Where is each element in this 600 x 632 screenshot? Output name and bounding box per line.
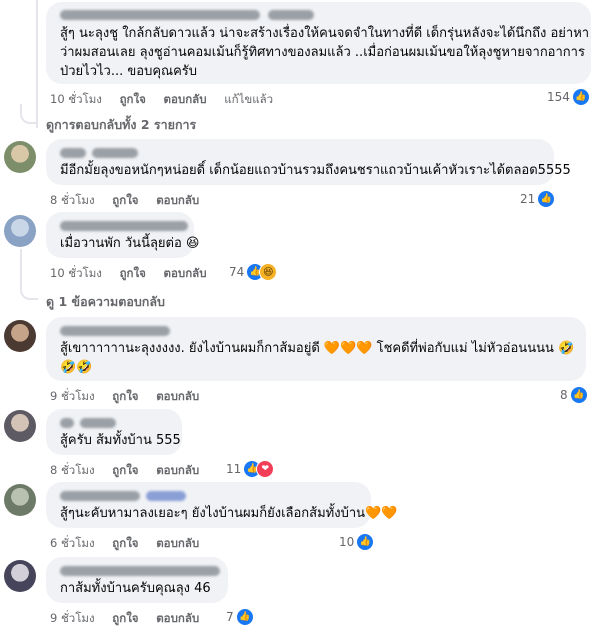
timestamp[interactable]: 8 ชั่วโมง (50, 463, 95, 477)
avatar[interactable] (4, 215, 36, 247)
reply-button[interactable]: ตอบกลับ (164, 92, 207, 106)
comment-bubble: สู้ๆ นะลุงชู ใกล้กลับดาวแล้ว น่าจะสร้างเ… (46, 2, 591, 84)
view-replies-link[interactable]: ดู 1 ข้อความตอบกลับ (46, 292, 165, 312)
like-button[interactable]: ถูกใจ (112, 389, 138, 403)
reply-button[interactable]: ตอบกลับ (156, 611, 199, 625)
comment-bubble: สู้ๆนะคับหามาลงเยอะๆ ยังไงบ้านผมก็ยังเลื… (46, 482, 397, 528)
comment-text-line: สู้ครับ ส้มทั้งบ้าน 555 (60, 433, 181, 448)
reaction-count: 7 (226, 610, 234, 624)
comment-bubble: เมื่อวานพัก วันนี้ลุยต่อ 😆 (46, 212, 199, 258)
comment-bubble: สู้ครับ ส้มทั้งบ้าน 555 (46, 409, 182, 455)
avatar[interactable] (4, 410, 36, 442)
comment-bubble: กาส้มทั้งบ้านครับคุณลุง 46 (46, 557, 228, 603)
author-name-blurred[interactable] (60, 566, 220, 576)
like-button[interactable]: ถูกใจ (120, 92, 146, 106)
reaction-summary[interactable]: 7 👍 (226, 608, 254, 626)
view-replies-link[interactable]: ดูการตอบกลับทั้ง 2 รายการ (46, 115, 196, 135)
reaction-summary[interactable]: 11 👍 ❤ (226, 460, 275, 478)
comment-actions: 8 ชั่วโมง ถูกใจ ตอบกลับ (50, 192, 213, 210)
comment-bubble: มีอีกมั้ยลุงขอหนักๆหน่อยดิ์ เด็กน้อยแถวบ… (46, 139, 571, 185)
author-name-blurred[interactable] (60, 148, 86, 158)
like-button[interactable]: ถูกใจ (112, 536, 138, 550)
avatar[interactable] (4, 141, 36, 173)
comment-text-line: 🤣🤣 (60, 360, 93, 375)
reaction-count: 10 (339, 535, 355, 549)
thread-connector (20, 282, 38, 300)
like-reaction-icon: 👍 (537, 190, 556, 208)
like-button[interactable]: ถูกใจ (112, 193, 138, 207)
love-reaction-icon: ❤ (256, 460, 275, 478)
reaction-summary[interactable]: 8 👍 (560, 386, 588, 404)
reaction-count: 21 (520, 192, 536, 206)
timestamp[interactable]: 9 ชั่วโมง (50, 389, 95, 403)
author-name-blurred[interactable] (60, 491, 140, 501)
timestamp[interactable]: 8 ชั่วโมง (50, 193, 95, 207)
like-reaction-icon: 👍 (571, 88, 590, 106)
author-name-blurred[interactable] (60, 418, 74, 428)
reply-button[interactable]: ตอบกลับ (156, 193, 199, 207)
timestamp[interactable]: 6 ชั่วโมง (50, 536, 95, 550)
author-name-blurred[interactable] (146, 491, 186, 501)
reaction-summary[interactable]: 10 👍 (339, 533, 375, 551)
comment-actions: 9 ชั่วโมง ถูกใจ ตอบกลับ (50, 388, 213, 406)
comment-text-line: มีอีกมั้ยลุงขอหนักๆหน่อยดิ์ เด็กน้อยแถวบ… (60, 163, 571, 178)
comment-actions: 9 ชั่วโมง ถูกใจ ตอบกลับ (50, 610, 213, 628)
haha-reaction-icon: 😆 (259, 263, 278, 281)
reaction-count: 154 (547, 90, 570, 104)
avatar[interactable] (4, 560, 36, 592)
like-button[interactable]: ถูกใจ (112, 611, 138, 625)
reaction-count: 74 (229, 265, 245, 279)
reply-button[interactable]: ตอบกลับ (156, 389, 199, 403)
edited-label: แก้ไขแล้ว (224, 92, 274, 106)
like-reaction-icon: 👍 (235, 608, 254, 626)
comment-text-line: ป่วยไวไว... ขอบคุณครับ (60, 64, 198, 79)
avatar[interactable] (4, 320, 36, 352)
reaction-summary[interactable]: 74 👍 😆 (229, 263, 278, 281)
timestamp[interactable]: 10 ชั่วโมง (50, 92, 102, 106)
author-name-blurred[interactable] (60, 10, 260, 20)
author-name-blurred[interactable] (60, 221, 188, 231)
like-button[interactable]: ถูกใจ (112, 463, 138, 477)
like-button[interactable]: ถูกใจ (120, 266, 146, 280)
comment-actions: 10 ชั่วโมง ถูกใจ ตอบกลับ แก้ไขแล้ว (50, 91, 287, 109)
comment-bubble: สู้เขาาาาาานะลุงงงงง. ยังไงบ้านผมก็กาส้ม… (46, 317, 586, 381)
thread-connector (20, 104, 38, 124)
author-name-blurred[interactable] (268, 10, 314, 20)
timestamp[interactable]: 9 ชั่วโมง (50, 611, 95, 625)
comment-text-line: ว่าผมสอนเลย ลุงชูอ่านคอมเม้นก็รู้ทิศทางข… (60, 45, 585, 60)
author-name-blurred[interactable] (60, 326, 170, 336)
reaction-count: 11 (226, 462, 242, 476)
comment-text-line: สู้ๆนะคับหามาลงเยอะๆ ยังไงบ้านผมก็ยังเลื… (60, 506, 398, 521)
like-reaction-icon: 👍 (569, 386, 588, 404)
reply-button[interactable]: ตอบกลับ (156, 463, 199, 477)
comment-text-line: สู้เขาาาาาานะลุงงงงง. ยังไงบ้านผมก็กาส้ม… (60, 341, 575, 356)
comment-actions: 8 ชั่วโมง ถูกใจ ตอบกลับ (50, 462, 213, 480)
comment-text-line: กาส้มทั้งบ้านครับคุณลุง 46 (60, 581, 211, 596)
like-reaction-icon: 👍 (356, 533, 375, 551)
author-name-blurred[interactable] (92, 148, 138, 158)
author-name-blurred[interactable] (80, 418, 116, 428)
comment-actions: 6 ชั่วโมง ถูกใจ ตอบกลับ (50, 535, 213, 553)
comment-actions: 10 ชั่วโมง ถูกใจ ตอบกลับ (50, 265, 221, 283)
reply-button[interactable]: ตอบกลับ (156, 536, 199, 550)
reaction-summary[interactable]: 21 👍 (520, 190, 556, 208)
timestamp[interactable]: 10 ชั่วโมง (50, 266, 102, 280)
comment-text-line: เมื่อวานพัก วันนี้ลุยต่อ 😆 (60, 236, 200, 251)
comment-text-line: สู้ๆ นะลุงชู ใกล้กลับดาวแล้ว น่าจะสร้างเ… (60, 26, 590, 41)
reaction-count: 8 (560, 388, 568, 402)
reply-button[interactable]: ตอบกลับ (164, 266, 207, 280)
reaction-summary[interactable]: 154 👍 (547, 88, 590, 106)
avatar[interactable] (4, 484, 36, 516)
